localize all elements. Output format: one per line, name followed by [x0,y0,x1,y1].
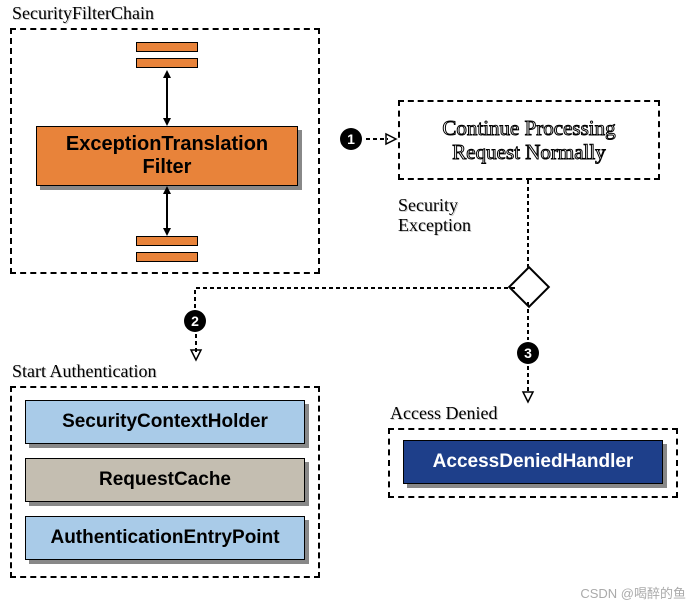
authentication-entry-point-box: AuthenticationEntryPoint [25,516,305,560]
step-2-marker: 2 [184,310,206,332]
double-arrow-bottom [162,186,172,236]
arrow-to-start-auth [190,334,202,360]
security-filter-chain-box: ExceptionTranslation Filter [10,28,320,274]
arrow-to-continue [366,131,396,147]
start-authentication-label: Start Authentication [12,362,156,382]
access-denied-box: AccessDeniedHandler [388,428,678,498]
security-filter-chain-label: SecurityFilterChain [12,4,154,24]
filter-bar-bottom-1 [136,236,198,246]
request-cache-box: RequestCache [25,458,305,502]
start-authentication-box: SecurityContextHolder RequestCache Authe… [10,386,320,578]
double-arrow-top [162,70,172,126]
security-exception-label: Security Exception [398,196,471,236]
access-denied-handler-box: AccessDeniedHandler [403,440,663,484]
continue-processing-text: Continue Processing Request Normally [400,116,658,164]
step-3-marker: 3 [517,342,539,364]
line-diamond-to-step3 [526,302,530,340]
filter-bar-top-2 [136,58,198,68]
continue-processing-box: Continue Processing Request Normally [398,100,660,180]
filter-bar-bottom-2 [136,252,198,262]
line-diamond-to-step2 [195,288,515,316]
step-1-marker: 1 [340,128,362,150]
filter-bar-top-1 [136,42,198,52]
arrow-to-access-denied [522,366,534,402]
line-continue-to-diamond [526,180,530,270]
exception-translation-filter-box: ExceptionTranslation Filter [36,126,298,186]
security-context-holder-box: SecurityContextHolder [25,400,305,444]
access-denied-label: Access Denied [390,404,497,424]
watermark-text: CSDN @喝醉的鱼 [580,583,686,602]
filter-label: ExceptionTranslation Filter [66,133,268,178]
